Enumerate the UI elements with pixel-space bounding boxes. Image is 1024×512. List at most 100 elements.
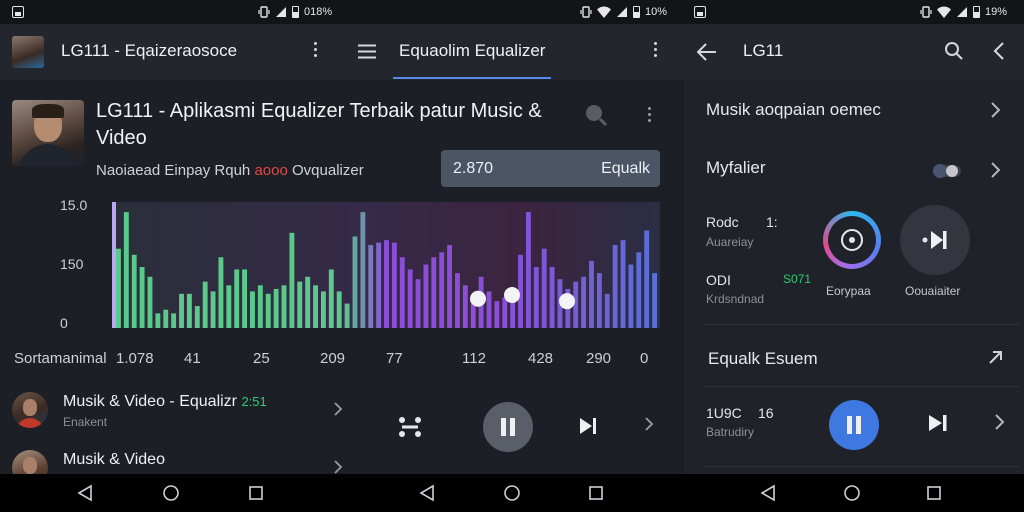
equalizer-value-field[interactable]: 2.870 Equalk xyxy=(441,150,660,187)
chevron-right-icon[interactable] xyxy=(991,162,1001,178)
chevron-right-icon[interactable] xyxy=(645,417,654,431)
x-tick-label: 112 xyxy=(462,350,486,367)
x-axis-labels: Sortamanimal 1.078 41 25 209 77 112 428 290 0 xyxy=(0,348,682,370)
search-icon[interactable] xyxy=(583,102,609,128)
play-button[interactable] xyxy=(900,205,970,275)
gain-subtitle: Krdsndnad xyxy=(706,292,765,306)
chart-bar xyxy=(202,281,208,328)
chevron-right-icon[interactable] xyxy=(334,460,343,474)
pause-icon xyxy=(501,418,515,436)
back-arrow-icon[interactable] xyxy=(697,43,717,61)
preset-subtitle: Auareiay xyxy=(706,235,754,249)
equalizer-dial[interactable] xyxy=(823,211,881,269)
chart-bar xyxy=(494,301,500,328)
back-icon[interactable] xyxy=(76,484,94,502)
recents-icon[interactable] xyxy=(248,484,264,502)
chart-bar xyxy=(525,212,531,328)
chart-bar xyxy=(218,257,224,328)
recents-icon[interactable] xyxy=(588,484,604,502)
equalizer-bar-chart[interactable]: 15.0 150 0 xyxy=(0,198,682,338)
x-tick-label: 290 xyxy=(586,350,612,367)
chart-bar xyxy=(194,306,200,328)
list-item[interactable]: Musik & Video - Equalizr 2:51 Enakent xyxy=(12,392,352,432)
chart-bar xyxy=(612,245,618,328)
chart-bar xyxy=(462,285,468,328)
more-options-icon[interactable] xyxy=(654,42,657,57)
chart-bar xyxy=(289,232,295,328)
battery-icon xyxy=(633,6,640,18)
chart-bar xyxy=(376,242,382,328)
chart-bar xyxy=(502,297,508,328)
chevron-right-icon[interactable] xyxy=(995,414,1005,430)
main-content: LG111 - Aplikasmi Equalizer Terbaik patu… xyxy=(0,80,682,486)
chart-bar xyxy=(328,269,334,328)
creator-avatar[interactable] xyxy=(12,100,84,166)
arrow-up-right-icon[interactable] xyxy=(988,349,1004,365)
settings-row-label: Equalk Esuem xyxy=(708,349,818,368)
status-cluster-2: 10% xyxy=(580,0,667,24)
skip-next-button[interactable] xyxy=(578,416,598,436)
slider-handle[interactable] xyxy=(470,290,486,307)
menu-icon[interactable] xyxy=(358,44,376,59)
x-tick-label: 41 xyxy=(184,350,201,367)
channel-avatar[interactable] xyxy=(12,36,44,68)
more-options-icon[interactable] xyxy=(642,102,656,126)
chart-bar xyxy=(305,276,311,328)
chevron-right-icon[interactable] xyxy=(334,402,343,416)
slider-handle[interactable] xyxy=(559,293,575,310)
chevron-left-icon[interactable] xyxy=(993,42,1005,60)
search-icon[interactable] xyxy=(944,41,964,61)
chart-bar xyxy=(171,313,177,328)
chart-bar xyxy=(234,269,240,328)
home-icon[interactable] xyxy=(162,484,180,502)
x-axis-title: Sortamanimal xyxy=(14,350,107,367)
settings-row-label: Musik aoqpaian oemec xyxy=(706,100,881,119)
chart-bar xyxy=(620,240,626,328)
status-cluster-1: 018% xyxy=(258,0,332,24)
toggle-switch[interactable] xyxy=(933,164,963,178)
chart-bar xyxy=(352,236,358,328)
battery-icon xyxy=(292,6,299,18)
app-notification-icon xyxy=(12,0,24,24)
home-icon[interactable] xyxy=(503,484,521,502)
list-avatar xyxy=(12,392,48,428)
more-options-icon[interactable] xyxy=(314,42,317,57)
vibrate-icon xyxy=(580,6,592,18)
skip-next-icon[interactable] xyxy=(928,414,948,432)
x-tick-label: 77 xyxy=(386,350,403,367)
chevron-right-icon[interactable] xyxy=(991,102,1001,118)
chart-bar xyxy=(131,254,137,328)
back-icon[interactable] xyxy=(418,484,436,502)
list-item-title: Musik & Video - Equalizr 2:51 xyxy=(63,393,267,411)
track-subtitle: Batrudiry xyxy=(706,425,755,439)
list-item-subtitle: Enakent xyxy=(63,415,108,429)
pause-button[interactable] xyxy=(829,400,879,450)
chart-bar xyxy=(431,257,437,328)
status-cluster-3: 19% xyxy=(920,0,1007,24)
settings-row[interactable]: Musik aoqpaian oemec xyxy=(683,96,1024,124)
settings-row-toggle[interactable]: Myfalier xyxy=(683,154,1024,186)
back-icon[interactable] xyxy=(759,484,777,502)
battery-text: 10% xyxy=(645,5,668,18)
chart-bar xyxy=(581,276,587,328)
signal-icon xyxy=(276,7,286,17)
pause-button[interactable] xyxy=(483,402,533,452)
gain-title: ODI xyxy=(706,272,731,288)
chart-bar xyxy=(257,285,263,328)
settings-row[interactable]: Equalk Esuem xyxy=(683,346,1024,374)
slider-handle[interactable] xyxy=(504,287,520,304)
skip-next-icon xyxy=(922,231,947,249)
home-icon[interactable] xyxy=(843,484,861,502)
track-number: 16 xyxy=(758,405,774,421)
recents-icon[interactable] xyxy=(926,484,942,502)
chart-bar xyxy=(163,309,169,328)
chart-bar xyxy=(273,288,279,328)
x-tick-label: 1.078 xyxy=(116,350,154,367)
screen: 018% 10% 19% LG111 - Eqaizeraosoce Equao… xyxy=(0,0,1024,512)
shuffle-icon[interactable] xyxy=(396,414,424,440)
divider xyxy=(703,386,1019,387)
chart-bar xyxy=(423,264,429,328)
chart-cursor xyxy=(112,202,116,328)
wifi-icon xyxy=(597,6,611,18)
list-item-title: Musik & Video xyxy=(63,451,165,468)
